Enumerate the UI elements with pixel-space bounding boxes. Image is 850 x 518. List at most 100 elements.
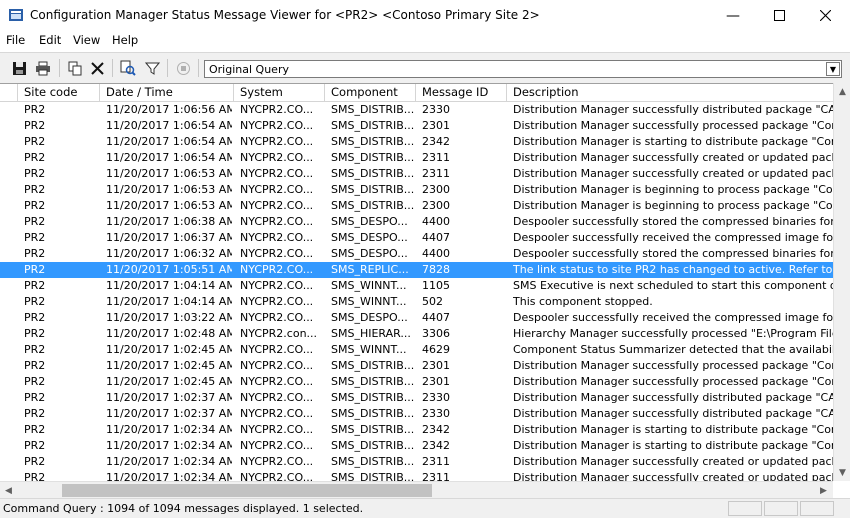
column-header-row: Site code Date / Time System Component M… xyxy=(0,84,850,102)
table-row[interactable]: PR2 11/20/2017 1:02:34 AM NYCPR2.CO... SMS_… xyxy=(0,422,850,438)
cell-component: SMS_DISTRIB... xyxy=(331,151,414,164)
close-button[interactable] xyxy=(802,0,848,31)
cell-system: NYCPR2.CO... xyxy=(240,103,314,116)
horizontal-scrollbar[interactable]: ◀ ▶ xyxy=(0,481,833,499)
table-row[interactable]: PR2 11/20/2017 1:02:37 AM NYCPR2.CO... SMS_… xyxy=(0,390,850,406)
scroll-down-arrow[interactable]: ▼ xyxy=(834,464,850,481)
cell-site-code: PR2 xyxy=(24,327,46,340)
delete-button[interactable] xyxy=(87,58,107,78)
cell-message-id: 2311 xyxy=(422,151,450,164)
cell-system: NYCPR2.CO... xyxy=(240,295,314,308)
cell-site-code: PR2 xyxy=(24,359,46,372)
cell-message-id: 2311 xyxy=(422,455,450,468)
table-row[interactable]: PR2 11/20/2017 1:06:38 AM NYCPR2.CO... SMS_… xyxy=(0,214,850,230)
cell-site-code: PR2 xyxy=(24,279,46,292)
status-panel xyxy=(728,501,762,516)
cell-description: The link status to site PR2 has changed … xyxy=(513,263,841,276)
table-row[interactable]: PR2 11/20/2017 1:02:45 AM NYCPR2.CO... SMS_… xyxy=(0,358,850,374)
cell-site-code: PR2 xyxy=(24,375,46,388)
column-system[interactable]: System xyxy=(234,84,325,101)
cell-date-time: 11/20/2017 1:06:54 AM xyxy=(106,151,232,164)
table-row[interactable]: PR2 11/20/2017 1:06:53 AM NYCPR2.CO... SMS_… xyxy=(0,182,850,198)
scroll-left-arrow[interactable]: ◀ xyxy=(0,482,17,499)
menu-view[interactable]: View xyxy=(73,33,100,47)
cell-system: NYCPR2.CO... xyxy=(240,247,314,260)
horizontal-scroll-thumb[interactable] xyxy=(62,484,432,497)
stop-button[interactable] xyxy=(173,58,193,78)
status-panel xyxy=(764,501,798,516)
cell-site-code: PR2 xyxy=(24,343,46,356)
menu-help[interactable]: Help xyxy=(112,33,138,47)
cell-system: NYCPR2.con... xyxy=(240,327,318,340)
delete-x-icon xyxy=(90,61,104,75)
query-dropdown[interactable]: Original Query ▼ xyxy=(204,60,842,78)
table-row[interactable]: PR2 11/20/2017 1:06:54 AM NYCPR2.CO... SMS_… xyxy=(0,150,850,166)
cell-message-id: 502 xyxy=(422,295,443,308)
message-list[interactable]: Site code Date / Time System Component M… xyxy=(0,83,850,482)
save-button[interactable] xyxy=(9,58,29,78)
cell-date-time: 11/20/2017 1:02:37 AM xyxy=(106,407,232,420)
table-row[interactable]: PR2 11/20/2017 1:04:14 AM NYCPR2.CO... SMS_… xyxy=(0,294,850,310)
cell-system: NYCPR2.CO... xyxy=(240,279,314,292)
maximize-button[interactable] xyxy=(756,0,802,31)
cell-site-code: PR2 xyxy=(24,439,46,452)
cell-message-id: 2330 xyxy=(422,103,450,116)
cell-site-code: PR2 xyxy=(24,199,46,212)
minimize-button[interactable]: — xyxy=(710,0,756,31)
cell-component: SMS_DISTRIB... xyxy=(331,423,414,436)
column-component[interactable]: Component xyxy=(325,84,416,101)
cell-message-id: 1105 xyxy=(422,279,450,292)
table-row[interactable]: PR2 11/20/2017 1:05:51 AM NYCPR2.CO... SMS_… xyxy=(0,262,850,278)
vertical-scrollbar[interactable]: ▲ ▼ xyxy=(833,83,850,481)
column-site-code[interactable]: Site code xyxy=(18,84,100,101)
table-row[interactable]: PR2 11/20/2017 1:02:45 AM NYCPR2.CO... SMS_… xyxy=(0,374,850,390)
print-button[interactable] xyxy=(33,58,53,78)
scroll-right-arrow[interactable]: ▶ xyxy=(815,482,832,499)
menu-edit[interactable]: Edit xyxy=(39,33,61,47)
cell-site-code: PR2 xyxy=(24,135,46,148)
table-row[interactable]: PR2 11/20/2017 1:02:34 AM NYCPR2.CO... SMS_… xyxy=(0,454,850,470)
column-message-id[interactable]: Message ID xyxy=(416,84,507,101)
cell-description: Distribution Manager successfully distri… xyxy=(513,391,843,404)
filter-button[interactable] xyxy=(142,58,162,78)
table-row[interactable]: PR2 11/20/2017 1:06:54 AM NYCPR2.CO... SMS_… xyxy=(0,134,850,150)
table-row[interactable]: PR2 11/20/2017 1:06:37 AM NYCPR2.CO... SMS_… xyxy=(0,230,850,246)
table-row[interactable]: PR2 11/20/2017 1:06:56 AM NYCPR2.CO... SMS_… xyxy=(0,102,850,118)
cell-description: Distribution Manager successfully distri… xyxy=(513,407,843,420)
cell-message-id: 2301 xyxy=(422,359,450,372)
cell-message-id: 2342 xyxy=(422,135,450,148)
table-row[interactable]: PR2 11/20/2017 1:06:32 AM NYCPR2.CO... SMS_… xyxy=(0,246,850,262)
cell-date-time: 11/20/2017 1:06:54 AM xyxy=(106,119,232,132)
cell-component: SMS_HIERAR... xyxy=(331,327,411,340)
cell-component: SMS_DESPO... xyxy=(331,247,408,260)
cell-date-time: 11/20/2017 1:06:37 AM xyxy=(106,231,232,244)
cell-description: Distribution Manager successfully proces… xyxy=(513,359,843,372)
scroll-up-arrow[interactable]: ▲ xyxy=(834,83,850,100)
copy-button[interactable] xyxy=(65,58,85,78)
cell-component: SMS_DISTRIB... xyxy=(331,439,414,452)
toolbar: Original Query ▼ xyxy=(0,52,850,83)
menu-file[interactable]: File xyxy=(6,33,25,47)
table-row[interactable]: PR2 11/20/2017 1:02:48 AM NYCPR2.con... SMS… xyxy=(0,326,850,342)
table-row[interactable]: PR2 11/20/2017 1:06:53 AM NYCPR2.CO... SMS_… xyxy=(0,166,850,182)
details-button[interactable] xyxy=(118,58,138,78)
cell-component: SMS_DISTRIB... xyxy=(331,359,414,372)
cell-system: NYCPR2.CO... xyxy=(240,135,314,148)
query-dropdown-arrow[interactable]: ▼ xyxy=(826,62,840,76)
table-row[interactable]: PR2 11/20/2017 1:06:53 AM NYCPR2.CO... SMS_… xyxy=(0,198,850,214)
status-bar: Command Query : 1094 of 1094 messages di… xyxy=(0,498,850,518)
cell-system: NYCPR2.CO... xyxy=(240,167,314,180)
table-row[interactable]: PR2 11/20/2017 1:02:45 AM NYCPR2.CO... SMS_… xyxy=(0,342,850,358)
table-row[interactable]: PR2 11/20/2017 1:03:22 AM NYCPR2.CO... SMS_… xyxy=(0,310,850,326)
table-row[interactable]: PR2 11/20/2017 1:02:34 AM NYCPR2.CO... SMS_… xyxy=(0,438,850,454)
table-row[interactable]: PR2 11/20/2017 1:04:14 AM NYCPR2.CO... SMS_… xyxy=(0,278,850,294)
status-panel xyxy=(800,501,834,516)
cell-date-time: 11/20/2017 1:02:34 AM xyxy=(106,423,232,436)
table-row[interactable]: PR2 11/20/2017 1:06:54 AM NYCPR2.CO... SMS_… xyxy=(0,118,850,134)
column-date-time[interactable]: Date / Time xyxy=(100,84,234,101)
status-text: Command Query : 1094 of 1094 messages di… xyxy=(3,502,364,515)
window-title: Configuration Manager Status Message Vie… xyxy=(30,8,540,22)
cell-component: SMS_DISTRIB... xyxy=(331,199,414,212)
column-description[interactable]: Description xyxy=(507,84,850,101)
table-row[interactable]: PR2 11/20/2017 1:02:37 AM NYCPR2.CO... SMS_… xyxy=(0,406,850,422)
